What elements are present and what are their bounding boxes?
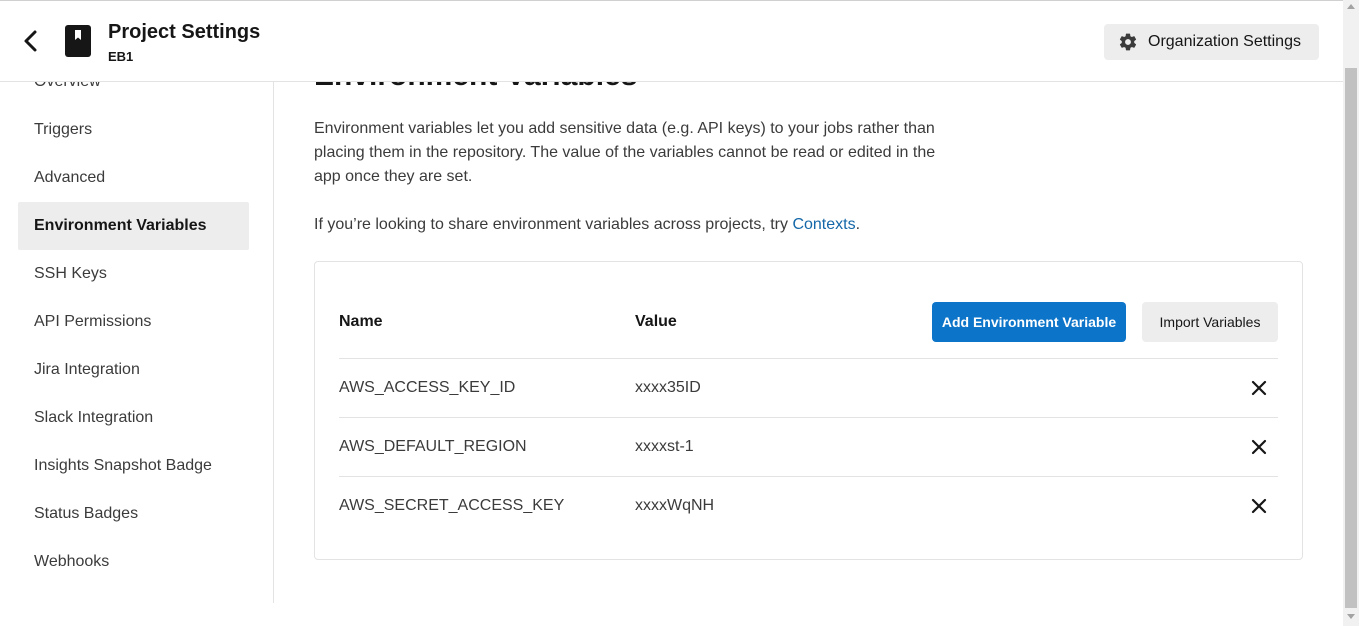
sidebar-item-insights-snapshot-badge[interactable]: Insights Snapshot Badge — [18, 442, 249, 490]
sidebar-item-webhooks[interactable]: Webhooks — [18, 538, 249, 586]
project-name: EB1 — [108, 49, 134, 64]
description-text: Environment variables let you add sensit… — [314, 120, 936, 185]
delete-icon[interactable] — [1251, 439, 1267, 455]
delete-icon[interactable] — [1251, 380, 1267, 396]
page-title: Project Settings — [108, 21, 261, 43]
sidebar-item-status-badges[interactable]: Status Badges — [18, 490, 249, 538]
variable-value: xxxxst-1 — [635, 438, 694, 455]
organization-settings-button[interactable]: Organization Settings — [1104, 24, 1319, 60]
project-book-icon — [65, 25, 91, 57]
sidebar-item-ssh-keys[interactable]: SSH Keys — [18, 250, 249, 298]
contexts-link[interactable]: Contexts — [792, 216, 855, 233]
delete-icon[interactable] — [1251, 498, 1267, 514]
table-row: AWS_SECRET_ACCESS_KEY xxxxWqNH — [339, 476, 1278, 535]
table-row: AWS_DEFAULT_REGION xxxxst-1 — [339, 417, 1278, 476]
organization-settings-label: Organization Settings — [1148, 33, 1301, 50]
variable-value: xxxx35ID — [635, 379, 701, 396]
sidebar-item-environment-variables[interactable]: Environment Variables — [18, 202, 249, 250]
scroll-down-arrow-icon[interactable] — [1347, 614, 1355, 619]
settings-sidebar: Overview Triggers Advanced Environment V… — [0, 58, 274, 603]
value-column-header: Value — [635, 313, 677, 330]
variable-name: AWS_ACCESS_KEY_ID — [339, 379, 516, 396]
sidebar-item-slack-integration[interactable]: Slack Integration — [18, 394, 249, 442]
table-row: AWS_ACCESS_KEY_ID xxxx35ID — [339, 358, 1278, 417]
name-column-header: Name — [339, 313, 383, 330]
sidebar-item-jira-integration[interactable]: Jira Integration — [18, 346, 249, 394]
variable-value: xxxxWqNH — [635, 497, 715, 514]
share-suffix: . — [855, 216, 861, 233]
share-prefix: If you’re looking to share environment v… — [314, 216, 793, 233]
variable-name: AWS_SECRET_ACCESS_KEY — [339, 497, 565, 514]
sidebar-item-advanced[interactable]: Advanced — [18, 154, 249, 202]
share-text: If you’re looking to share environment v… — [314, 213, 860, 237]
header-bar: Project Settings EB1 Organization Settin… — [0, 0, 1343, 82]
add-environment-variable-button[interactable]: Add Environment Variable — [932, 302, 1126, 342]
variable-name: AWS_DEFAULT_REGION — [339, 438, 527, 455]
env-vars-card: Name Value Add Environment Variable Impo… — [314, 261, 1303, 560]
back-arrow-icon[interactable] — [18, 28, 44, 54]
scrollbar-thumb[interactable] — [1345, 68, 1357, 608]
sidebar-item-api-permissions[interactable]: API Permissions — [18, 298, 249, 346]
scroll-up-arrow-icon[interactable] — [1347, 4, 1355, 9]
sidebar-item-triggers[interactable]: Triggers — [18, 106, 249, 154]
gear-icon — [1119, 33, 1137, 51]
title-block: Project Settings EB1 — [108, 20, 260, 66]
import-variables-button[interactable]: Import Variables — [1142, 302, 1278, 342]
